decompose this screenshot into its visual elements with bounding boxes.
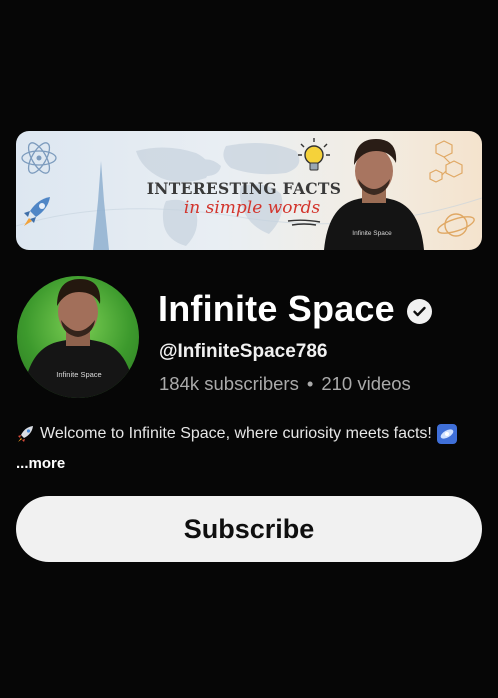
channel-stats: 184k subscribers • 210 videos [159, 373, 411, 395]
verified-check-icon [406, 298, 432, 324]
rocket-icon [16, 424, 36, 444]
planet-icon [437, 213, 475, 237]
atom-icon [21, 142, 57, 174]
banner-title: INTERESTING FACTS [146, 179, 342, 198]
channel-page: INTERESTING FACTS in simple words Infini… [0, 0, 498, 698]
subscriber-count: 184k subscribers [159, 373, 299, 394]
banner-subtitle: in simple words [183, 198, 321, 218]
galaxy-icon [436, 424, 457, 444]
avatar-person-image [23, 279, 135, 398]
banner-hoodie-text: Infinite Space [352, 230, 392, 237]
channel-handle: @InfiniteSpace786 [159, 341, 328, 362]
molecule-icon [429, 140, 463, 183]
channel-description[interactable]: Welcome to Infinite Space, where curiosi… [16, 424, 486, 444]
stats-separator: • [306, 373, 314, 394]
description-text: Welcome to Infinite Space, where curiosi… [40, 425, 432, 442]
channel-avatar[interactable]: Infinite Space [17, 276, 139, 398]
rocket-icon [24, 197, 50, 226]
avatar-hoodie-text: Infinite Space [56, 370, 102, 379]
channel-name: Infinite Space [158, 288, 395, 329]
more-link[interactable]: ...more [16, 455, 65, 472]
channel-name-row: Infinite Space [158, 287, 432, 331]
tower-graphic [93, 161, 109, 250]
channel-banner: INTERESTING FACTS in simple words Infini… [16, 131, 482, 250]
video-count: 210 videos [321, 373, 411, 394]
subscribe-button[interactable]: Subscribe [16, 496, 482, 562]
